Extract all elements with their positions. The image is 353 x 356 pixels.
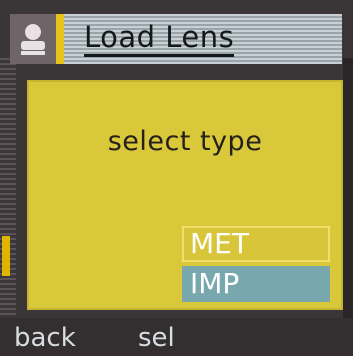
left-scroll-strip bbox=[0, 58, 16, 326]
avatar bbox=[10, 14, 56, 64]
select-type-dialog: select type MET IMP bbox=[27, 80, 343, 310]
option-met[interactable]: MET bbox=[182, 226, 330, 262]
dialog-prompt: select type bbox=[107, 126, 263, 157]
right-bezel-edge bbox=[343, 58, 353, 326]
select-softkey[interactable]: sel bbox=[138, 323, 175, 353]
device-screen: Load Lens select type MET IMP back sel bbox=[0, 0, 353, 356]
option-imp[interactable]: IMP bbox=[182, 266, 330, 302]
softkey-bar: back sel bbox=[0, 318, 353, 356]
person-icon bbox=[21, 24, 45, 55]
back-softkey[interactable]: back bbox=[14, 323, 76, 353]
title-bar: Load Lens bbox=[10, 14, 342, 64]
scroll-position-marker bbox=[2, 236, 10, 276]
screen-title: Load Lens bbox=[84, 20, 235, 57]
title-accent bbox=[56, 14, 64, 64]
